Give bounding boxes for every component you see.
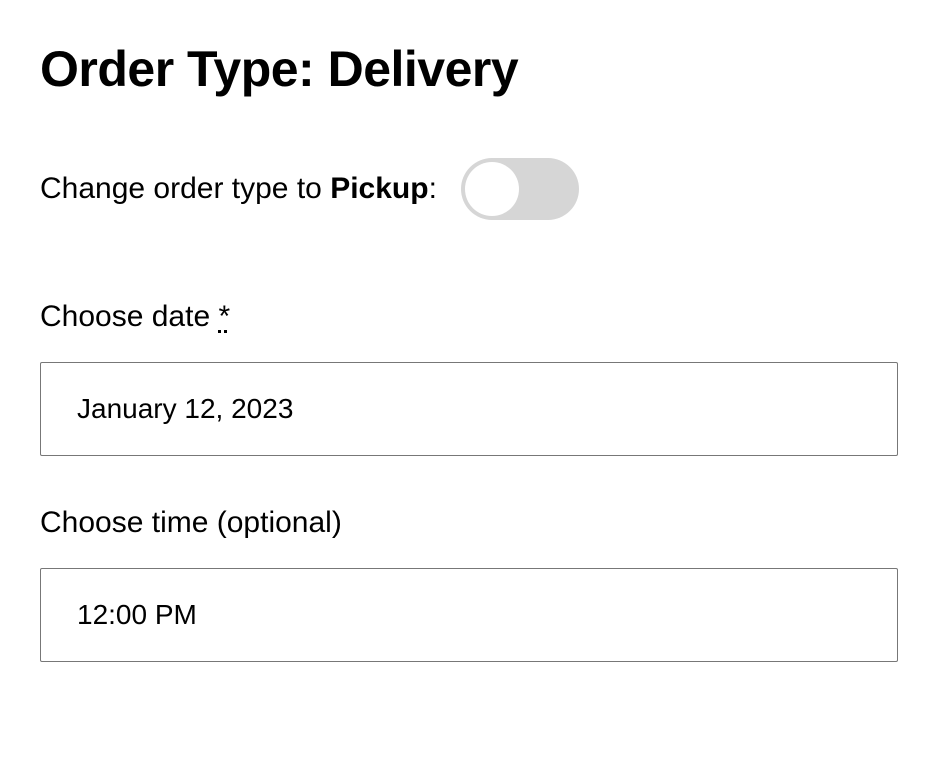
date-field-group: Choose date * — [40, 300, 898, 456]
toggle-label-prefix: Change order type to — [40, 172, 330, 205]
page-title-prefix: Order Type: — [40, 41, 328, 97]
time-input[interactable] — [40, 568, 898, 662]
toggle-label-suffix: : — [429, 172, 437, 205]
page-title: Order Type: Delivery — [40, 40, 898, 98]
toggle-label-bold: Pickup — [330, 172, 428, 205]
page-title-value: Delivery — [328, 41, 519, 97]
toggle-knob-icon — [465, 162, 519, 216]
date-field-label: Choose date * — [40, 300, 898, 334]
order-type-toggle[interactable] — [461, 158, 579, 220]
time-field-label: Choose time (optional) — [40, 506, 898, 540]
date-input[interactable] — [40, 362, 898, 456]
time-field-group: Choose time (optional) — [40, 506, 898, 662]
order-type-toggle-label: Change order type to Pickup: — [40, 172, 437, 206]
required-mark: * — [218, 300, 230, 333]
date-label-text: Choose date — [40, 300, 218, 333]
order-type-toggle-row: Change order type to Pickup: — [40, 158, 898, 220]
